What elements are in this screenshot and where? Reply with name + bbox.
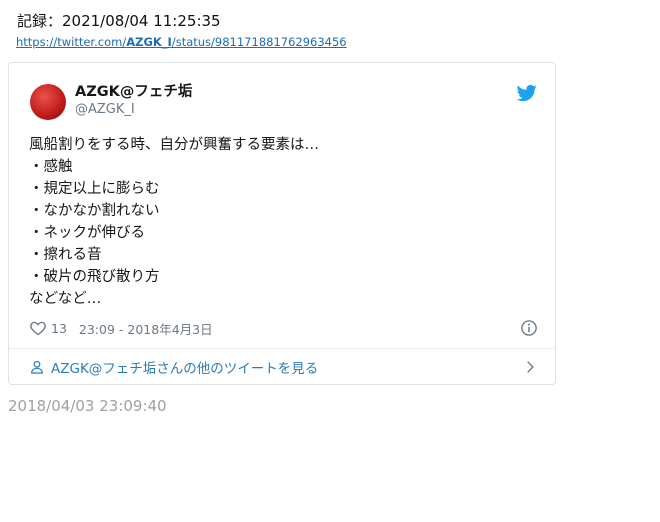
- more-tweets-label[interactable]: AZGK@フェチ垢さんの他のツイートを見る: [51, 357, 318, 377]
- tweet-line: ・規定以上に膨らむ: [29, 181, 160, 197]
- tweet-line: ・なかなか割れない: [29, 203, 160, 219]
- chevron-right-icon[interactable]: [523, 360, 537, 374]
- tweet-text: 風船割りをする時、自分が興奮する要素は… ・感触 ・規定以上に膨らむ ・なかなか…: [29, 134, 319, 310]
- tweet-timestamp[interactable]: 23:09 - 2018年4月3日: [79, 319, 213, 338]
- tweet-meta: 13 23:09 - 2018年4月3日: [29, 319, 213, 337]
- url-user: AZGK_I: [126, 35, 172, 49]
- person-icon: [31, 360, 43, 374]
- avatar[interactable]: [30, 84, 66, 120]
- author-name[interactable]: AZGK@フェチ垢: [75, 83, 192, 101]
- url-prefix: https://twitter.com/: [16, 35, 127, 49]
- tweet-line: ・擦れる音: [29, 247, 102, 263]
- more-tweets-link[interactable]: AZGK@フェチ垢さんの他のツイートを見る: [29, 357, 318, 377]
- record-timestamp: 記録：2021/08/04 11:25:35: [17, 12, 221, 30]
- divider: [9, 348, 555, 349]
- info-icon[interactable]: [520, 319, 538, 337]
- embedded-tweet-card: AZGK@フェチ垢 @AZGK_I 風船割りをする時、自分が興奮する要素は… ・…: [8, 62, 556, 385]
- tweet-line: ・破片の飛び散り方: [29, 269, 160, 285]
- tweet-line: ・ネックが伸びる: [29, 225, 145, 241]
- tweet-line: 風船割りをする時、自分が興奮する要素は…: [29, 137, 319, 153]
- url-suffix: /status/981171881762963456: [171, 35, 347, 49]
- heart-icon[interactable]: [29, 319, 47, 337]
- tweet-line: などなど…: [29, 291, 102, 307]
- twitter-bird-icon[interactable]: [517, 83, 537, 103]
- tweet-line: ・感触: [29, 159, 73, 175]
- tweet-url-link[interactable]: https://twitter.com/AZGK_I/status/981171…: [16, 34, 347, 50]
- author-handle[interactable]: @AZGK_I: [75, 102, 135, 118]
- archive-date: 2018/04/03 23:09:40: [8, 397, 167, 415]
- like-count[interactable]: 13: [51, 321, 67, 336]
